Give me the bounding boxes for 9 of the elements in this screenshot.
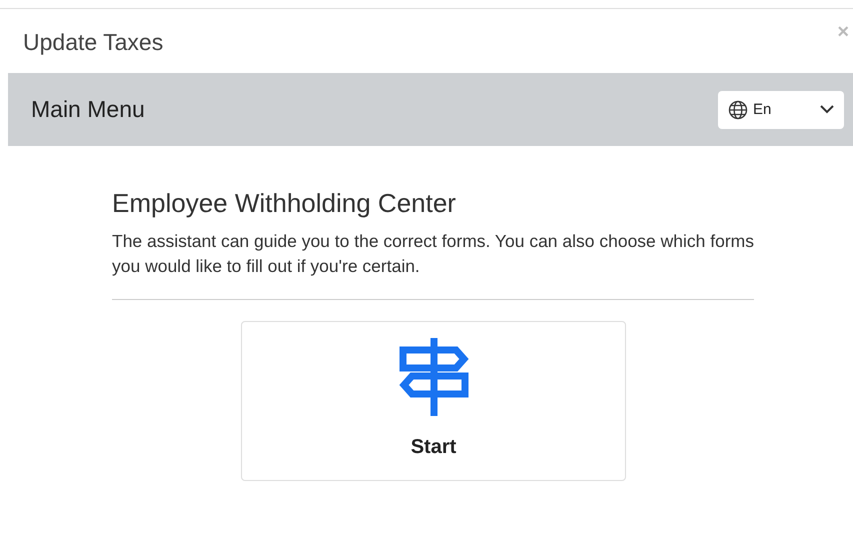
menu-title: Main Menu xyxy=(31,96,145,123)
section-heading: Employee Withholding Center xyxy=(112,188,457,219)
section-description: The assistant can guide you to the correct forms. You can also choose which forms you would like to fill out if you're certain. xyxy=(112,230,754,278)
signpost-icon xyxy=(398,338,468,416)
globe-icon xyxy=(728,100,748,120)
language-select[interactable]: En xyxy=(718,90,844,128)
start-card[interactable]: Start xyxy=(241,321,626,481)
window-title: Update Taxes xyxy=(23,29,164,56)
chevron-down-icon xyxy=(820,105,834,114)
